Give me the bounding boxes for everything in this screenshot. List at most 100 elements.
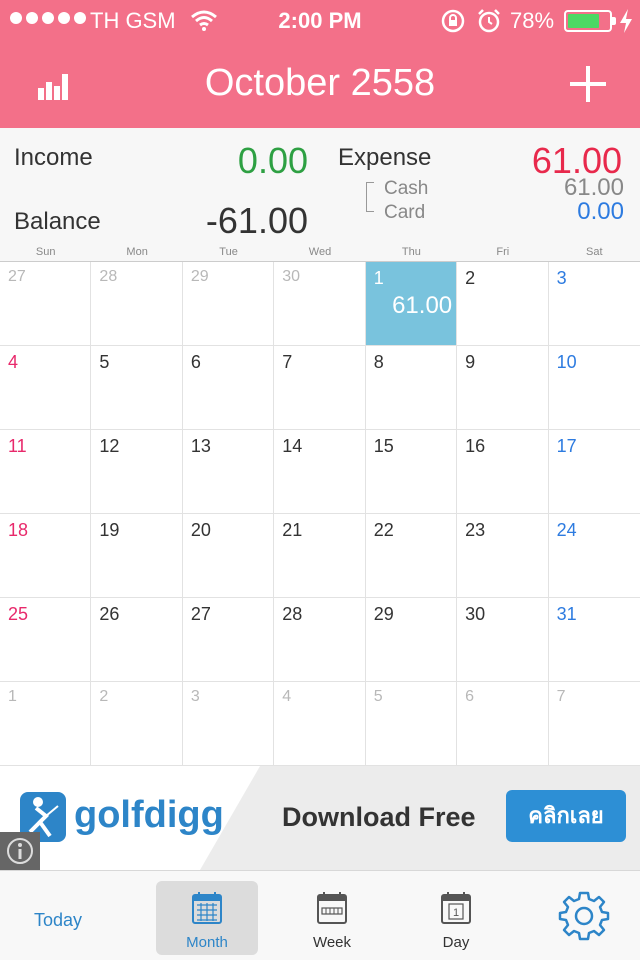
balance-label: Balance: [14, 208, 101, 235]
tab-month[interactable]: Month: [156, 881, 258, 955]
cash-label: Cash: [384, 178, 429, 199]
calendar-day[interactable]: 28: [274, 598, 366, 682]
calendar-day[interactable]: 27: [182, 598, 275, 682]
calendar-day[interactable]: 5: [365, 682, 458, 766]
calendar-day[interactable]: 4: [0, 346, 92, 430]
income-label: Income: [14, 144, 93, 171]
ad-click-button[interactable]: คลิกเลย: [506, 790, 626, 842]
calendar-day-number: 26: [99, 604, 120, 624]
calendar-day[interactable]: 6: [457, 682, 549, 766]
calendar-grid: 27 28 29 30 1 61.00 2 3 4 5 6 7 8 9 10 11 12 13 14 15 16 17 18…: [0, 262, 640, 766]
calendar-day-number: 9: [465, 352, 476, 372]
calendar-day[interactable]: 7: [548, 682, 640, 766]
calendar-day-number: 19: [99, 520, 120, 540]
card-value: 0.00: [577, 198, 624, 225]
calendar-day-number: 22: [373, 520, 394, 540]
status-bar: TH GSM 2:00 PM 78%: [0, 0, 640, 40]
calendar-day[interactable]: 31: [548, 598, 640, 682]
calendar-day[interactable]: 23: [457, 514, 549, 598]
calendar-day-number: 7: [556, 688, 566, 705]
calendar-day[interactable]: 10: [548, 346, 640, 430]
tab-bar: Today Month Week 1 Day: [0, 870, 640, 960]
calendar-day[interactable]: 13: [182, 430, 275, 514]
calendar-day[interactable]: 7: [274, 346, 366, 430]
settings-button[interactable]: [552, 881, 616, 955]
calendar-day-amount: 61.00: [392, 292, 453, 319]
expense-label: Expense: [338, 144, 432, 171]
calendar-day[interactable]: 12: [91, 430, 183, 514]
calendar-day[interactable]: 14: [274, 430, 366, 514]
tab-day-label: Day: [442, 934, 470, 951]
calendar-day-number: 21: [282, 520, 303, 540]
calendar-day[interactable]: 24: [548, 514, 640, 598]
tab-week-label: Week: [312, 934, 352, 951]
calendar-day-number: 16: [465, 436, 486, 456]
calendar-day[interactable]: 18: [0, 514, 92, 598]
calendar-day-number: 2: [99, 688, 109, 705]
calendar-day-number: 23: [465, 520, 486, 540]
weekday-fri: Fri: [496, 246, 510, 258]
calendar-day-number: 28: [99, 268, 118, 285]
info-icon[interactable]: [0, 832, 40, 870]
calendar-day-number: 7: [282, 352, 293, 372]
calendar-day-number: 1: [373, 268, 384, 288]
calendar-day[interactable]: 6: [182, 346, 275, 430]
calendar-day-number: 27: [190, 604, 211, 624]
calendar-day-number: 1: [8, 688, 17, 705]
calendar-day-number: 5: [373, 688, 383, 705]
calendar-day[interactable]: 21: [274, 514, 366, 598]
tab-day[interactable]: 1 Day: [406, 881, 506, 955]
calendar-day[interactable]: 30: [274, 262, 366, 346]
calendar-day[interactable]: 19: [91, 514, 183, 598]
calendar-day[interactable]: 5: [91, 346, 183, 430]
calendar-day[interactable]: 1: [0, 682, 92, 766]
summary-panel: Income 0.00 Balance -61.00 Expense 61.00…: [0, 128, 640, 244]
balance-value: -61.00: [205, 200, 308, 241]
calendar-day-number: 13: [190, 436, 211, 456]
tab-month-label: Month: [186, 934, 228, 951]
weekday-header: Sun Mon Tue Wed Thu Fri Sat: [0, 244, 640, 262]
calendar-day[interactable]: 22: [365, 514, 458, 598]
calendar-day-number: 30: [465, 604, 486, 624]
tab-today-label: Today: [33, 910, 83, 930]
ad-banner[interactable]: golfdigg Download Free คลิกเลย: [0, 766, 640, 870]
rotation-lock-icon: [441, 9, 465, 33]
calendar-day-number: 30: [282, 268, 301, 285]
calendar-day[interactable]: 3: [182, 682, 275, 766]
calendar-day[interactable]: 29: [365, 598, 458, 682]
calendar-day[interactable]: 15: [365, 430, 458, 514]
calendar-day-number: 3: [190, 688, 200, 705]
calendar-day[interactable]: 17: [548, 430, 640, 514]
calendar-day[interactable]: 25: [0, 598, 92, 682]
calendar-day-number: 17: [556, 436, 577, 456]
month-calendar-icon: [192, 892, 222, 924]
calendar-day[interactable]: 4: [274, 682, 366, 766]
calendar-day-number: 12: [99, 436, 120, 456]
calendar-day-number: 2: [465, 268, 476, 288]
calendar-day-number: 31: [556, 604, 577, 624]
weekday-sun: Sun: [35, 246, 56, 258]
calendar-day[interactable]: 20: [182, 514, 275, 598]
day-calendar-icon: 1: [441, 892, 471, 924]
calendar-day-number: 20: [190, 520, 211, 540]
calendar-day-number: 24: [556, 520, 577, 540]
tab-today[interactable]: Today: [10, 881, 106, 955]
calendar-day[interactable]: 3: [548, 262, 640, 346]
calendar-day[interactable]: 9: [457, 346, 549, 430]
weekday-sat: Sat: [585, 246, 603, 258]
tab-week[interactable]: Week: [282, 881, 382, 955]
calendar-day[interactable]: 29: [182, 262, 275, 346]
calendar-day-selected[interactable]: 1 61.00: [365, 262, 458, 346]
calendar-day[interactable]: 30: [457, 598, 549, 682]
calendar-day-number: 6: [190, 352, 201, 372]
calendar-day[interactable]: 2: [457, 262, 549, 346]
calendar-day[interactable]: 28: [91, 262, 183, 346]
calendar-day[interactable]: 27: [0, 262, 92, 346]
page-title: October 2558: [204, 62, 436, 104]
calendar-day[interactable]: 26: [91, 598, 183, 682]
calendar-day[interactable]: 2: [91, 682, 183, 766]
calendar-day[interactable]: 8: [365, 346, 458, 430]
calendar-day[interactable]: 11: [0, 430, 92, 514]
add-icon[interactable]: [568, 64, 608, 104]
calendar-day[interactable]: 16: [457, 430, 549, 514]
